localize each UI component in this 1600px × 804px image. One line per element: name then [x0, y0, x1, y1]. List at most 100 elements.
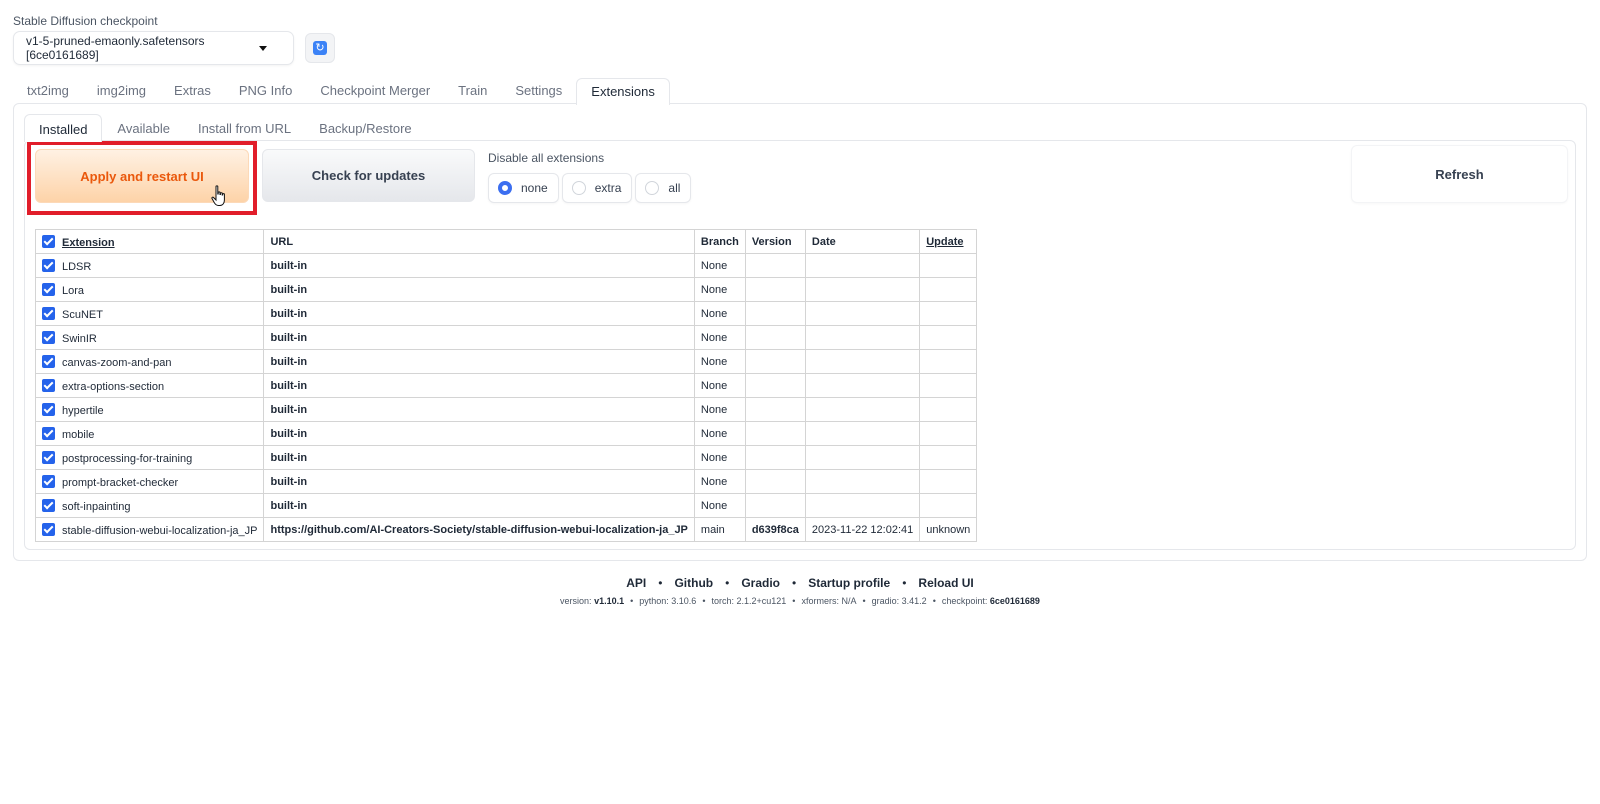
- enable-checkbox[interactable]: [42, 354, 55, 368]
- enable-checkbox[interactable]: [42, 258, 55, 272]
- footer-link-gradio[interactable]: Gradio: [741, 576, 780, 590]
- main-tab-bar: txt2img img2img Extras PNG Info Checkpoint M…: [13, 78, 670, 105]
- separator-dot: •: [862, 596, 866, 606]
- tab-png-info[interactable]: PNG Info: [225, 78, 306, 104]
- footer-link-github[interactable]: Github: [674, 576, 713, 590]
- extension-branch: None: [693, 397, 746, 422]
- radio-circle-icon: [645, 181, 660, 195]
- select-all-checkbox[interactable]: [42, 234, 55, 248]
- enable-checkbox[interactable]: [42, 426, 55, 440]
- subtab-installed[interactable]: Installed: [24, 114, 103, 142]
- extension-url: built-in: [263, 469, 695, 494]
- subtab-available[interactable]: Available: [103, 114, 184, 141]
- extension-cell: canvas-zoom-and-pan: [34, 349, 265, 374]
- extension-branch: None: [693, 493, 746, 518]
- disable-extensions-radio-group: none extra all: [488, 173, 692, 203]
- column-header-extension[interactable]: Extension: [34, 229, 265, 254]
- extension-branch: None: [693, 469, 746, 494]
- enable-checkbox[interactable]: [42, 474, 55, 488]
- table-row: soft-inpainting built-in None: [34, 493, 978, 518]
- extension-version: [744, 277, 806, 302]
- checkpoint-dropdown[interactable]: v1-5-pruned-emaonly.safetensors [6ce0161…: [13, 31, 294, 65]
- extension-update: [919, 373, 978, 398]
- extension-url: https://github.com/AI-Creators-Society/s…: [263, 517, 695, 542]
- extension-branch: None: [693, 373, 746, 398]
- version-value: 6ce0161689: [989, 596, 1040, 606]
- version-label: checkpoint:: [941, 596, 990, 606]
- table-row: postprocessing-for-training built-in None: [34, 445, 978, 470]
- column-header-label: Extension: [62, 236, 115, 249]
- extension-date: [804, 421, 921, 446]
- extensions-sub-tab-bar: Installed Available Install from URL Backup…: [24, 114, 426, 142]
- extension-branch: None: [693, 421, 746, 446]
- extension-name: postprocessing-for-training: [62, 452, 193, 465]
- extension-name: LDSR: [62, 260, 92, 273]
- version-value: v1.10.1: [594, 596, 625, 606]
- version-label: version:: [560, 596, 595, 606]
- extension-branch: None: [693, 253, 746, 278]
- separator-dot: •: [792, 596, 796, 606]
- radio-none[interactable]: none: [488, 173, 559, 203]
- extension-version: [744, 469, 806, 494]
- version-value: 3.41.2: [901, 596, 927, 606]
- enable-checkbox[interactable]: [42, 498, 55, 512]
- tab-checkpoint-merger[interactable]: Checkpoint Merger: [306, 78, 444, 104]
- radio-extra[interactable]: extra: [561, 173, 633, 203]
- extension-update: [919, 325, 978, 350]
- refresh-checkpoint-button[interactable]: ↻: [305, 33, 335, 63]
- enable-checkbox[interactable]: [42, 282, 55, 296]
- separator-dot: •: [791, 576, 797, 590]
- enable-checkbox[interactable]: [42, 378, 55, 392]
- extension-name: mobile: [62, 428, 95, 441]
- extensions-table: Extension URL Branch Version Date Update LDSR…: [34, 229, 978, 542]
- extension-cell: postprocessing-for-training: [34, 445, 265, 470]
- column-header-url: URL: [263, 229, 695, 254]
- tab-txt2img[interactable]: txt2img: [13, 78, 83, 104]
- tab-img2img[interactable]: img2img: [83, 78, 160, 104]
- enable-checkbox[interactable]: [42, 450, 55, 464]
- enable-checkbox[interactable]: [42, 330, 55, 344]
- column-header-update[interactable]: Update: [919, 229, 978, 254]
- version-value: 2.1.2+cu121: [736, 596, 787, 606]
- table-row: hypertile built-in None: [34, 397, 978, 422]
- table-row: extra-options-section built-in None: [34, 373, 978, 398]
- disable-extensions-label: Disable all extensions: [488, 151, 605, 165]
- checkpoint-value: v1-5-pruned-emaonly.safetensors [6ce0161…: [26, 34, 205, 62]
- extension-cell: ScuNET: [34, 301, 265, 326]
- version-label: python:: [639, 596, 672, 606]
- tab-extensions[interactable]: Extensions: [576, 78, 670, 105]
- extension-version: [744, 301, 806, 326]
- tab-train[interactable]: Train: [444, 78, 501, 104]
- refresh-button[interactable]: Refresh: [1351, 145, 1568, 203]
- check-for-updates-button[interactable]: Check for updates: [262, 149, 475, 202]
- footer-link-reload-ui[interactable]: Reload UI: [918, 576, 973, 590]
- extension-cell: extra-options-section: [34, 373, 265, 398]
- footer-link-api[interactable]: API: [626, 576, 646, 590]
- tab-extras[interactable]: Extras: [160, 78, 225, 104]
- extension-version: [744, 349, 806, 374]
- version-value: N/A: [841, 596, 857, 606]
- subtab-install-from-url[interactable]: Install from URL: [184, 114, 305, 141]
- radio-all[interactable]: all: [635, 173, 692, 203]
- extension-date: [804, 277, 921, 302]
- subtab-backup-restore[interactable]: Backup/Restore: [305, 114, 426, 141]
- tab-settings[interactable]: Settings: [501, 78, 576, 104]
- enable-checkbox[interactable]: [42, 522, 55, 536]
- enable-checkbox[interactable]: [42, 402, 55, 416]
- footer-links: API • Github • Gradio • Startup profile • Reload…: [0, 576, 1600, 590]
- extension-date: [804, 325, 921, 350]
- separator-dot: •: [725, 576, 730, 590]
- radio-circle-icon: [498, 181, 512, 195]
- footer-link-startup-profile[interactable]: Startup profile: [808, 576, 890, 590]
- column-header-branch: Branch: [693, 229, 746, 254]
- chevron-down-icon: [259, 45, 267, 51]
- extension-version: d639f8ca: [744, 517, 806, 542]
- extension-branch: main: [693, 517, 746, 542]
- extension-url: built-in: [263, 397, 695, 422]
- extension-cell: stable-diffusion-webui-localization-ja_J…: [34, 517, 265, 542]
- separator-dot: •: [702, 596, 706, 606]
- extension-version: [744, 445, 806, 470]
- extension-date: [804, 253, 921, 278]
- enable-checkbox[interactable]: [42, 306, 55, 320]
- extension-update: [919, 397, 978, 422]
